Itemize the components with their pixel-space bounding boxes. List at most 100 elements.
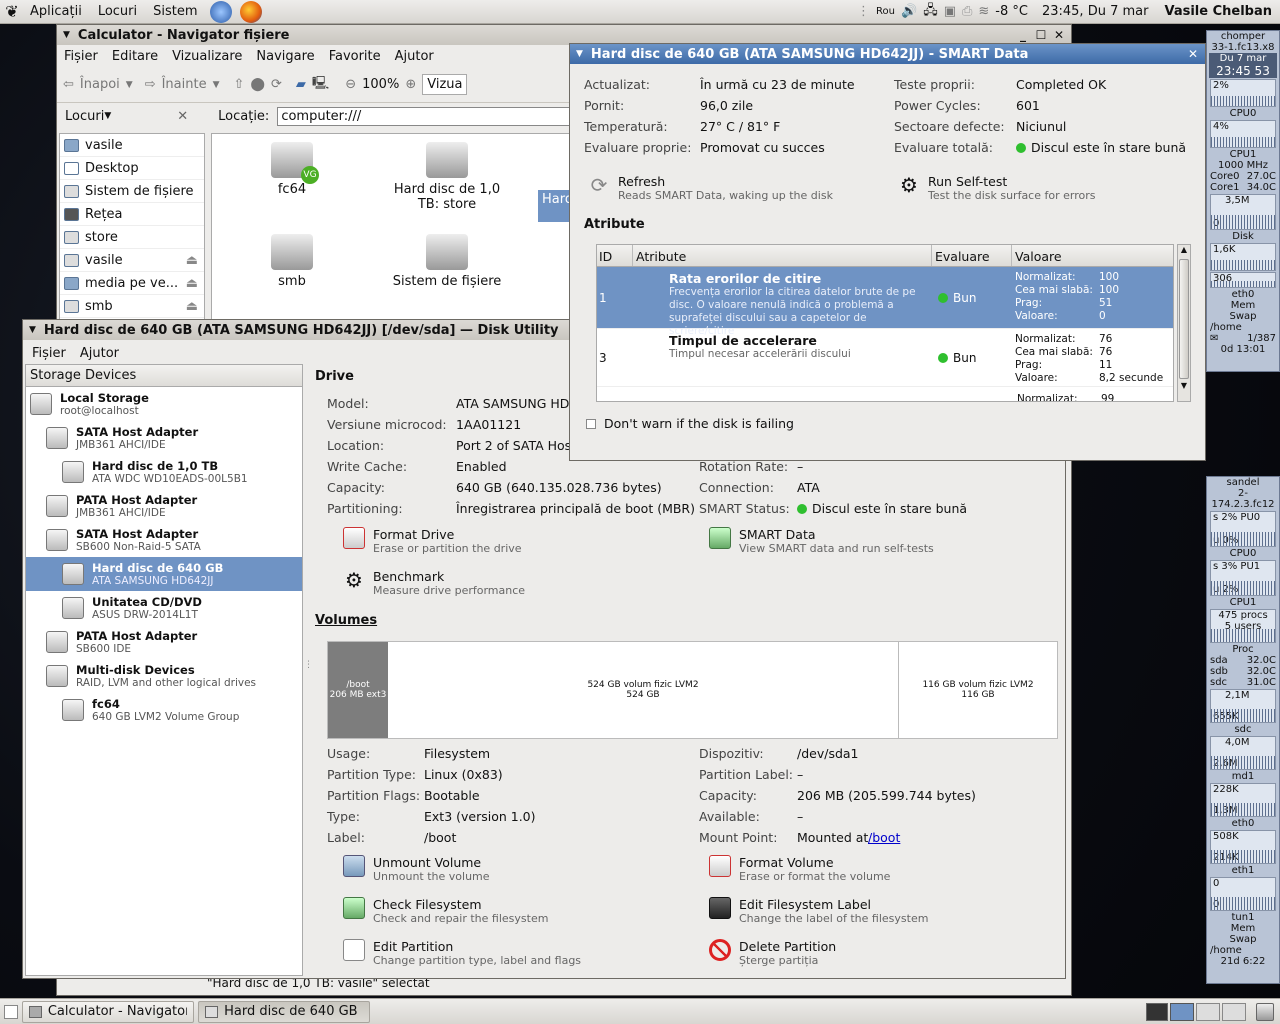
col-evaluation[interactable]: Evaluare [932,245,1012,266]
zoom-in-icon[interactable]: ⊕ [405,77,416,92]
device-item[interactable]: Hard disc de 640 GB ATA SAMSUNG HD642JJ [26,557,302,591]
dont-warn-checkbox-row[interactable]: Don't warn if the disk is failing [586,416,794,431]
close-icon[interactable]: ✕ [1185,46,1201,62]
device-item[interactable]: Multi-disk Devices RAID, LVM and other lo… [26,659,302,693]
home-folder-icon[interactable]: ▰ [296,77,306,92]
file-item-fc64[interactable]: VG fc64 [252,142,332,197]
monitor-icon[interactable]: ▣ [944,4,956,19]
location-input[interactable]: computer:/// [277,106,578,126]
place-network[interactable]: Rețea [60,203,204,226]
device-item[interactable]: Hard disc de 1,0 TB ATA WDC WD10EADS-00L5… [26,455,302,489]
menu-system[interactable]: Sistem [145,4,205,19]
menu-go[interactable]: Navigare [249,49,321,64]
place-store[interactable]: store [60,226,204,249]
col-attribute[interactable]: Atribute [633,245,932,266]
workspace-3[interactable] [1222,1002,1246,1021]
forward-arrow-icon[interactable]: ⇨ [145,77,156,92]
places-selector[interactable]: Locuri [65,109,104,124]
menu-file[interactable]: Fișier [57,49,105,64]
place-desktop[interactable]: Desktop [60,157,204,180]
device-item[interactable]: Local Storage root@localhost [26,387,302,421]
user-name[interactable]: Vasile Chelban [1164,4,1272,19]
menu-view[interactable]: Vizualizare [165,49,249,64]
show-desktop-icon[interactable] [4,1004,18,1019]
format-volume-action[interactable]: Format Volume Erase or format the volume [709,855,890,883]
place-vasile-drive[interactable]: vasile ⏏ [60,249,204,272]
volume-lvm-116[interactable]: 116 GB volum fizic LVM2 116 GB [899,642,1057,738]
unmount-volume-action[interactable]: Unmount Volume Unmount the volume [343,855,490,883]
file-item-store[interactable]: Hard disc de 1,0 TB: store [382,142,512,212]
back-button[interactable]: Înapoi [80,77,120,92]
reload-icon[interactable]: ⟳ [271,77,282,92]
eject-icon[interactable]: ⏏ [186,299,198,314]
trash-icon[interactable] [1256,1002,1274,1021]
attribute-row[interactable]: 3 Timpul de accelerare Timpul necesar acce… [597,329,1173,387]
foot-logo-icon[interactable]: ❦ [0,2,22,21]
forward-button[interactable]: Înainte [162,77,207,92]
minimize-icon[interactable]: _ [1015,27,1031,43]
device-item[interactable]: Unitatea CD/DVD ASUS DRW-2014L1T [26,591,302,625]
task-disk-utility[interactable]: Hard disc de 640 GB ... [198,1000,370,1023]
format-drive-action[interactable]: Format Drive Erase or partition the drive [343,527,522,555]
place-smb[interactable]: smb ⏏ [60,295,204,318]
task-file-browser[interactable]: Calculator - Navigator... [22,1000,194,1023]
edit-label-action[interactable]: Edit Filesystem Label Change the label of… [709,897,928,925]
menu-applications[interactable]: Aplicații [22,4,90,19]
storage-header[interactable]: Storage Devices [26,365,302,387]
workspace-1[interactable] [1170,1002,1194,1021]
smart-data-action[interactable]: SMART Data View SMART data and run self-t… [709,527,934,555]
benchmark-action[interactable]: ⚙ Benchmark Measure drive performance [343,569,525,597]
attributes-scrollbar[interactable]: ▲ ▼ [1177,244,1191,402]
device-item[interactable]: fc64 640 GB LVM2 Volume Group [26,693,302,727]
network-browser-icon[interactable] [209,0,232,23]
device-item[interactable]: SATA Host Adapter JMB361 AHCI/IDE [26,421,302,455]
window-menu-icon[interactable]: ▼ [63,30,70,40]
network-icon[interactable]: 🖧 [923,1,938,23]
back-arrow-icon[interactable]: ⇦ [63,77,74,92]
menu-edit[interactable]: Editare [105,49,165,64]
close-sidebar-icon[interactable]: ✕ [177,109,188,124]
places-dropdown-icon[interactable]: ▼ [104,111,111,121]
splitter-handle[interactable]: ⋮ [304,660,313,680]
eject-icon[interactable]: ⏏ [186,253,198,268]
window-menu-icon[interactable]: ▼ [576,49,583,59]
col-value[interactable]: Valoare [1012,245,1173,266]
file-browser-titlebar[interactable]: ▼ Calculator - Navigator fișiere _ ☐ ✕ [57,25,1071,45]
scroll-up-icon[interactable]: ▲ [1178,245,1190,257]
workspace-switcher[interactable] [1146,1002,1274,1021]
file-item-smb[interactable]: smb [252,234,332,289]
refresh-action[interactable]: ⟳ Refresh Reads SMART Data, waking up the … [588,174,833,202]
place-media[interactable]: media pe ve... ⏏ [60,272,204,295]
attribute-row[interactable]: 1 Rata erorilor de citire Frecvența eroril… [597,267,1173,337]
volume-icon[interactable]: 🔊 [901,4,917,19]
scroll-thumb[interactable] [1179,259,1189,379]
menu-help[interactable]: Ajutor [388,49,441,64]
forward-dropdown-icon[interactable]: ▼ [213,80,220,90]
terminal-icon[interactable] [1146,1002,1168,1021]
edit-partition-action[interactable]: Edit Partition Change partition type, lab… [343,939,581,967]
back-dropdown-icon[interactable]: ▼ [126,80,133,90]
workspace-2[interactable] [1196,1002,1220,1021]
menu-bookmarks[interactable]: Favorite [322,49,388,64]
dont-warn-checkbox[interactable] [586,418,596,429]
place-vasile-home[interactable]: vasile [60,134,204,157]
weather-icon[interactable]: ≋ [978,4,989,19]
file-item-filesystem[interactable]: Sistem de fișiere [382,234,512,289]
view-mode-select[interactable]: Vizua [422,74,468,95]
self-test-action[interactable]: ⚙ Run Self-test Test the disk surface for … [898,174,1095,202]
volume-lvm-524[interactable]: 524 GB volum fizic LVM2 524 GB [388,642,899,738]
close-icon[interactable]: ✕ [1051,27,1067,43]
menu-help[interactable]: Ajutor [73,346,126,361]
place-filesystem[interactable]: Sistem de fișiere [60,180,204,203]
up-icon[interactable]: ⇧ [234,77,245,92]
stop-icon[interactable]: ⬤ [250,77,265,92]
mail-icon[interactable]: ✉ [1210,333,1218,344]
mount-point-link[interactable]: /boot [868,830,900,845]
clock[interactable]: 23:45, Du 7 mar [1042,4,1149,19]
smart-dialog-titlebar[interactable]: ▼ Hard disc de 640 GB (ATA SAMSUNG HD642… [570,44,1205,64]
firefox-icon[interactable] [239,0,262,23]
device-item[interactable]: PATA Host Adapter SB600 IDE [26,625,302,659]
volume-boot[interactable]: /boot 206 MB ext3 [328,642,388,738]
device-item[interactable]: SATA Host Adapter SB600 Non-Raid-5 SATA [26,523,302,557]
eject-icon[interactable]: ⏏ [186,276,198,291]
